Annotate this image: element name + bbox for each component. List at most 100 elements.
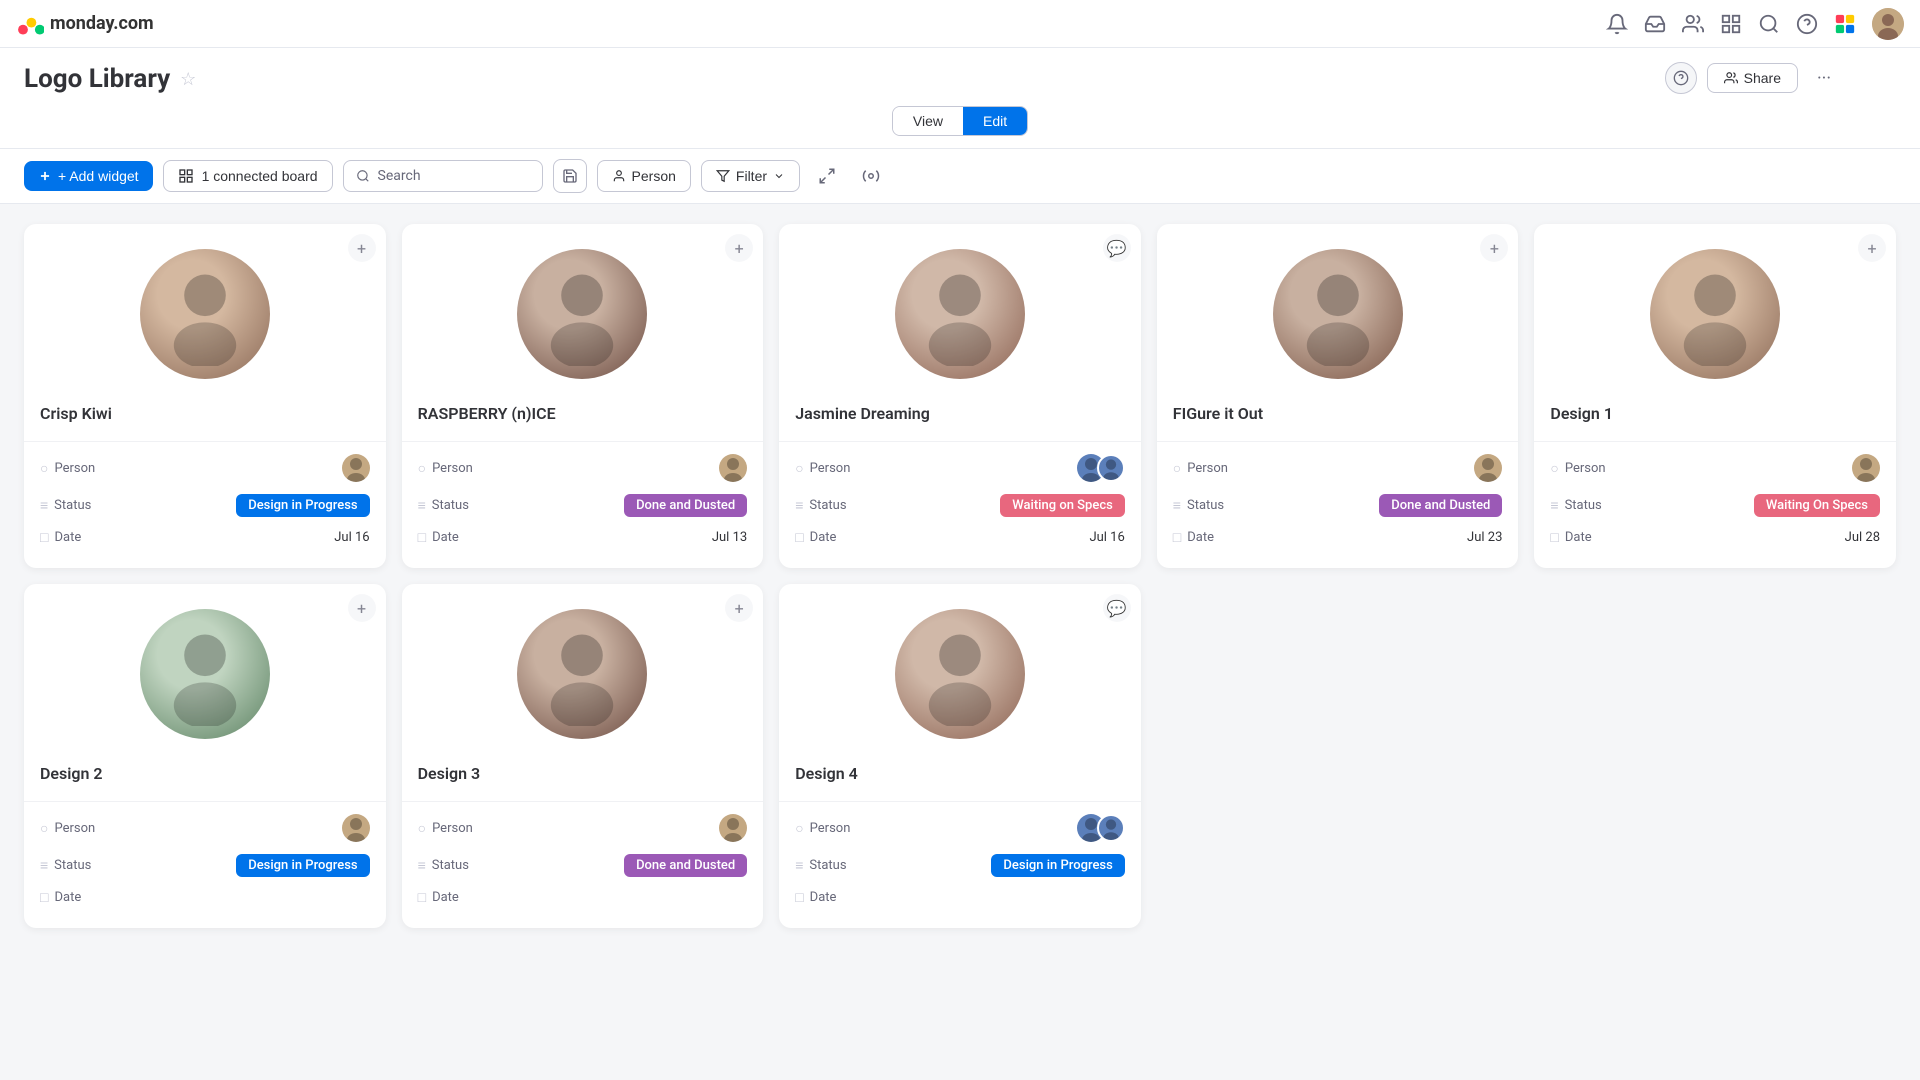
user-avatar[interactable] — [1872, 8, 1904, 40]
card-date-row: □ Date Jul 16 — [24, 523, 386, 552]
status-field-icon: ≡ — [418, 497, 426, 514]
status-badge[interactable]: Waiting on Specs — [1000, 494, 1125, 517]
status-badge[interactable]: Design in Progress — [236, 854, 369, 877]
person-photo — [517, 249, 647, 379]
avatar[interactable] — [1852, 454, 1880, 482]
monday-logo[interactable]: monday.com — [16, 10, 154, 38]
card-person-row: ○ Person — [402, 448, 764, 488]
card-person-row: ○ Person — [24, 808, 386, 848]
person-label-group: ○ Person — [418, 820, 473, 837]
date-field-label: Date — [54, 890, 81, 905]
person-label-group: ○ Person — [40, 460, 95, 477]
card-raspberry-nice[interactable]: +RASPBERRY (n)ICE ○ Person ≡ Status Done… — [402, 224, 764, 568]
card-figure-it-out[interactable]: +FIGure it Out ○ Person ≡ Status Done an… — [1157, 224, 1519, 568]
status-badge[interactable]: Waiting On Specs — [1754, 494, 1880, 517]
avatar[interactable] — [1474, 454, 1502, 482]
card-crisp-kiwi[interactable]: +Crisp Kiwi ○ Person ≡ Status Design in … — [24, 224, 386, 568]
card-action-button[interactable]: + — [1858, 234, 1886, 262]
add-widget-button[interactable]: + Add widget — [24, 161, 153, 191]
card-photo — [24, 584, 386, 764]
page-title-row: Logo Library ☆ — [24, 64, 1896, 94]
card-action-button[interactable]: 💬 — [1103, 234, 1131, 262]
view-button[interactable]: View — [893, 107, 963, 135]
grid-settings-button[interactable] — [854, 159, 888, 193]
card-design-1[interactable]: +Design 1 ○ Person ≡ Status Waiting On S… — [1534, 224, 1896, 568]
app-switcher-icon[interactable] — [1834, 13, 1856, 35]
person-label-group: ○ Person — [40, 820, 95, 837]
toolbar: + Add widget 1 connected board Search Pe… — [0, 149, 1920, 204]
card-jasmine-dreaming[interactable]: 💬Jasmine Dreaming ○ Person ≡ Status — [779, 224, 1141, 568]
avatar-secondary[interactable] — [1097, 454, 1125, 482]
connected-board-button[interactable]: 1 connected board — [163, 160, 333, 192]
status-label-group: ≡ Status — [795, 857, 846, 874]
status-badge[interactable]: Design in Progress — [991, 854, 1124, 877]
person-field-icon: ○ — [40, 460, 48, 477]
person-photo — [895, 609, 1025, 739]
share-button[interactable]: Share — [1707, 63, 1798, 93]
avatar[interactable] — [719, 454, 747, 482]
date-value: Jul 16 — [1089, 530, 1124, 545]
person-icon — [612, 169, 626, 183]
card-action-button[interactable]: + — [348, 234, 376, 262]
card-design-2[interactable]: +Design 2 ○ Person ≡ Status Design in Pr… — [24, 584, 386, 928]
status-field-label: Status — [54, 858, 91, 873]
card-action-button[interactable]: 💬 — [1103, 594, 1131, 622]
avatar[interactable] — [342, 814, 370, 842]
person-field-label: Person — [1187, 461, 1228, 476]
card-title: Jasmine Dreaming — [779, 404, 1141, 435]
date-field-label: Date — [810, 890, 837, 905]
card-person-row: ○ Person — [1534, 448, 1896, 488]
people-icon[interactable] — [1682, 13, 1704, 35]
status-field-label: Status — [54, 498, 91, 513]
global-search-icon[interactable] — [1758, 13, 1780, 35]
card-status-row: ≡ Status Design in Progress — [779, 848, 1141, 883]
connected-board-label: 1 connected board — [202, 168, 318, 184]
notifications-icon[interactable] — [1606, 13, 1628, 35]
save-view-button[interactable] — [553, 159, 587, 193]
avatar[interactable] — [719, 814, 747, 842]
person-filter-button[interactable]: Person — [597, 160, 691, 192]
person-filter-label: Person — [632, 168, 676, 184]
help-icon[interactable] — [1796, 13, 1818, 35]
card-action-button[interactable]: + — [348, 594, 376, 622]
person-photo — [1273, 249, 1403, 379]
card-action-button[interactable]: + — [725, 234, 753, 262]
edit-button[interactable]: Edit — [963, 107, 1027, 135]
more-options-button[interactable]: ··· — [1808, 62, 1840, 94]
date-field-icon: □ — [1550, 529, 1558, 546]
date-field-icon: □ — [418, 889, 426, 906]
date-value: Jul 13 — [712, 530, 747, 545]
card-grid: +Crisp Kiwi ○ Person ≡ Status Design in … — [0, 204, 1920, 948]
header-help-button[interactable] — [1665, 62, 1697, 94]
favorite-star-icon[interactable]: ☆ — [180, 69, 196, 90]
person-avatar-group — [719, 814, 747, 842]
card-title: Design 3 — [402, 764, 764, 795]
card-date-row: □ Date Jul 28 — [1534, 523, 1896, 552]
expand-button[interactable] — [810, 159, 844, 193]
avatar[interactable] — [342, 454, 370, 482]
search-input[interactable]: Search — [343, 160, 543, 192]
card-title: RASPBERRY (n)ICE — [402, 404, 764, 435]
date-label-group: □ Date — [418, 529, 459, 546]
filter-button[interactable]: Filter — [701, 160, 800, 192]
status-label-group: ≡ Status — [418, 857, 469, 874]
inbox-icon[interactable] — [1644, 13, 1666, 35]
person-label-group: ○ Person — [795, 460, 850, 477]
card-design-3[interactable]: + Design 3 ○ Person ≡ Status Done and Dus… — [402, 584, 764, 928]
status-badge[interactable]: Done and Dusted — [1379, 494, 1502, 517]
date-label-group: □ Date — [1550, 529, 1591, 546]
card-status-row: ≡ Status Design in Progress — [24, 848, 386, 883]
card-design-4[interactable]: 💬Design 4 ○ Person ≡ Status De — [779, 584, 1141, 928]
status-badge[interactable]: Done and Dusted — [624, 494, 747, 517]
avatar-secondary[interactable] — [1097, 814, 1125, 842]
page-title: Logo Library — [24, 64, 170, 94]
person-photo — [517, 609, 647, 739]
card-action-button[interactable]: + — [725, 594, 753, 622]
status-badge[interactable]: Done and Dusted — [624, 854, 747, 877]
card-person-row: ○ Person — [1157, 448, 1519, 488]
date-label-group: □ Date — [795, 529, 836, 546]
apps-icon[interactable] — [1720, 13, 1742, 35]
status-badge[interactable]: Design in Progress — [236, 494, 369, 517]
card-status-row: ≡ Status Done and Dusted — [1157, 488, 1519, 523]
status-field-icon: ≡ — [795, 497, 803, 514]
